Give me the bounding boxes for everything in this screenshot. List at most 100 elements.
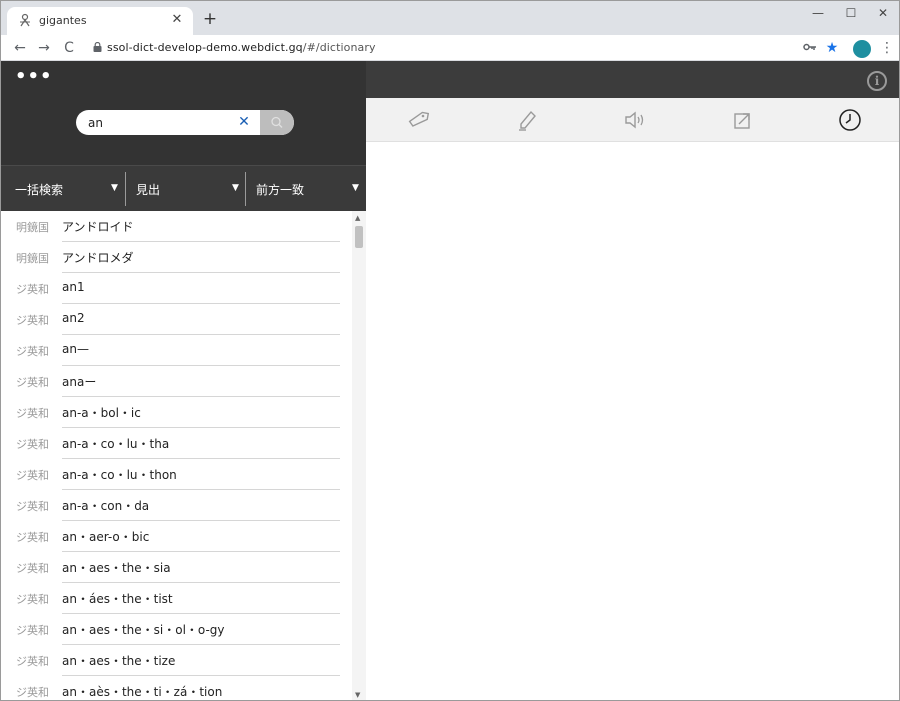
browser-tab[interactable]: gigantes ✕ [7, 7, 193, 35]
dictionary-label: ジ英和 [16, 407, 49, 420]
result-item[interactable]: ジ英和 an-a・co・lu・tha [1, 428, 352, 459]
search-field-select[interactable]: 見出 ▼ [126, 166, 245, 212]
search-scope-select[interactable]: 一括検索 ▼ [1, 166, 125, 212]
result-item[interactable]: 明鏡国 アンドロイド [1, 211, 352, 242]
minimize-button[interactable]: — [804, 4, 832, 22]
dictionary-label: ジ英和 [16, 314, 49, 327]
search-panel: ••• ✕ 一括検索 ▼ 見出 ▼ 前方一致 ▼ [1, 61, 366, 700]
result-item[interactable]: ジ英和 an— [1, 335, 352, 366]
address-bar[interactable]: ssol-dict-develop-demo.webdict.gq/#/dict… [107, 41, 376, 54]
search-input[interactable] [88, 114, 228, 131]
entry-content-area [366, 142, 899, 700]
headword: an・áes・the・tist [62, 592, 173, 606]
search-box: ✕ [76, 110, 294, 135]
result-item[interactable]: ジ英和 an・aès・the・ti・zá・tion [1, 676, 352, 700]
info-icon[interactable]: i [867, 71, 887, 91]
tag-icon[interactable] [406, 107, 432, 133]
tab-close-icon[interactable]: ✕ [169, 12, 185, 27]
dictionary-label: ジ英和 [16, 283, 49, 296]
search-scope-label: 一括検索 [15, 183, 64, 197]
result-item[interactable]: ジ英和 an-a・co・lu・thon [1, 459, 352, 490]
chevron-down-icon: ▼ [232, 183, 239, 193]
search-icon [271, 116, 283, 128]
dictionary-label: ジ英和 [16, 376, 49, 389]
url-path: /#/dictionary [302, 41, 376, 54]
browser-toolbar: ← → C ssol-dict-develop-demo.webdict.gq/… [1, 35, 899, 61]
speaker-icon[interactable] [622, 107, 648, 133]
result-item[interactable]: ジ英和 an・aes・the・tize [1, 645, 352, 676]
result-item[interactable]: ジ英和 anaー [1, 366, 352, 397]
dictionary-label: ジ英和 [16, 655, 49, 668]
headword: an-a・bol・ic [62, 406, 141, 420]
headword: アンドロメダ [62, 251, 134, 265]
result-item[interactable]: ジ英和 an2 [1, 304, 352, 335]
headword: an— [62, 342, 89, 356]
lock-icon [93, 42, 102, 52]
result-item[interactable]: 明鏡国 アンドロメダ [1, 242, 352, 273]
headword: an・aes・the・tize [62, 654, 176, 668]
clear-search-icon[interactable]: ✕ [234, 112, 254, 132]
scroll-down-icon[interactable]: ▼ [355, 691, 360, 699]
headword: an・aes・the・sia [62, 561, 171, 575]
browser-window: gigantes ✕ + — ☐ ✕ ← → C ssol-dict-devel… [0, 0, 900, 701]
result-item[interactable]: ジ英和 an-a・con・da [1, 490, 352, 521]
history-clock-icon[interactable] [837, 107, 863, 133]
jump-icon[interactable] [730, 107, 756, 133]
close-window-button[interactable]: ✕ [869, 4, 897, 22]
entry-toolbar [366, 98, 899, 142]
headword: an-a・co・lu・tha [62, 437, 170, 451]
headword: an・aes・the・si・ol・o-gy [62, 623, 225, 637]
result-item[interactable]: ジ英和 an1 [1, 273, 352, 304]
scroll-thumb[interactable] [355, 226, 363, 248]
dictionary-label: ジ英和 [16, 345, 49, 358]
browser-menu-icon[interactable]: ⋮ [878, 39, 896, 57]
favicon-icon [17, 13, 33, 29]
pen-icon[interactable] [514, 107, 540, 133]
key-icon[interactable] [801, 39, 819, 57]
filter-bar: 一括検索 ▼ 見出 ▼ 前方一致 ▼ [1, 165, 366, 211]
dictionary-label: ジ英和 [16, 624, 49, 637]
back-button[interactable]: ← [11, 38, 29, 58]
scroll-up-icon[interactable]: ▲ [355, 214, 360, 222]
result-item[interactable]: ジ英和 an・aer-o・bic [1, 521, 352, 552]
headword: anaー [62, 375, 97, 389]
maximize-button[interactable]: ☐ [837, 4, 865, 22]
dictionary-label: 明鏡国 [16, 252, 49, 265]
chevron-down-icon: ▼ [352, 183, 359, 193]
search-field-label: 見出 [136, 183, 161, 197]
dictionary-label: ジ英和 [16, 531, 49, 544]
dictionary-label: ジ英和 [16, 438, 49, 451]
tab-title: gigantes [39, 14, 87, 27]
result-item[interactable]: ジ英和 an・aes・the・si・ol・o-gy [1, 614, 352, 645]
headword: an・aer-o・bic [62, 530, 150, 544]
search-button[interactable] [260, 110, 294, 135]
headword: an2 [62, 311, 85, 325]
results-scrollbar[interactable]: ▲ ▼ [352, 211, 366, 700]
reload-button[interactable]: C [60, 38, 78, 58]
dictionary-label: ジ英和 [16, 593, 49, 606]
headword: an-a・co・lu・thon [62, 468, 177, 482]
new-tab-button[interactable]: + [201, 9, 219, 29]
tab-strip: gigantes ✕ + — ☐ ✕ [1, 1, 899, 35]
dictionary-label: ジ英和 [16, 500, 49, 513]
dictionary-label: ジ英和 [16, 469, 49, 482]
result-item[interactable]: ジ英和 an・aes・the・sia [1, 552, 352, 583]
results-list: 明鏡国 アンドロイド 明鏡国 アンドロメダ ジ英和 an1 ジ英和 an2 ジ英和 an— ジ英和 a… [1, 211, 352, 700]
match-mode-label: 前方一致 [256, 183, 305, 197]
profile-avatar[interactable] [853, 40, 871, 58]
result-item[interactable]: ジ英和 an・áes・the・tist [1, 583, 352, 614]
headword: an-a・con・da [62, 499, 150, 513]
url-host: ssol-dict-develop-demo.webdict.gq [107, 41, 303, 54]
headword: an・aès・the・ti・zá・tion [62, 685, 223, 699]
dictionary-label: 明鏡国 [16, 221, 49, 234]
more-menu-icon[interactable]: ••• [15, 67, 53, 87]
forward-button[interactable]: → [35, 38, 53, 58]
headword: アンドロイド [62, 220, 134, 234]
headword: an1 [62, 280, 85, 294]
dictionary-label: ジ英和 [16, 686, 49, 699]
dictionary-label: ジ英和 [16, 562, 49, 575]
match-mode-select[interactable]: 前方一致 ▼ [246, 166, 366, 212]
result-item[interactable]: ジ英和 an-a・bol・ic [1, 397, 352, 428]
bookmark-star-icon[interactable]: ★ [823, 39, 841, 57]
chevron-down-icon: ▼ [111, 183, 118, 193]
